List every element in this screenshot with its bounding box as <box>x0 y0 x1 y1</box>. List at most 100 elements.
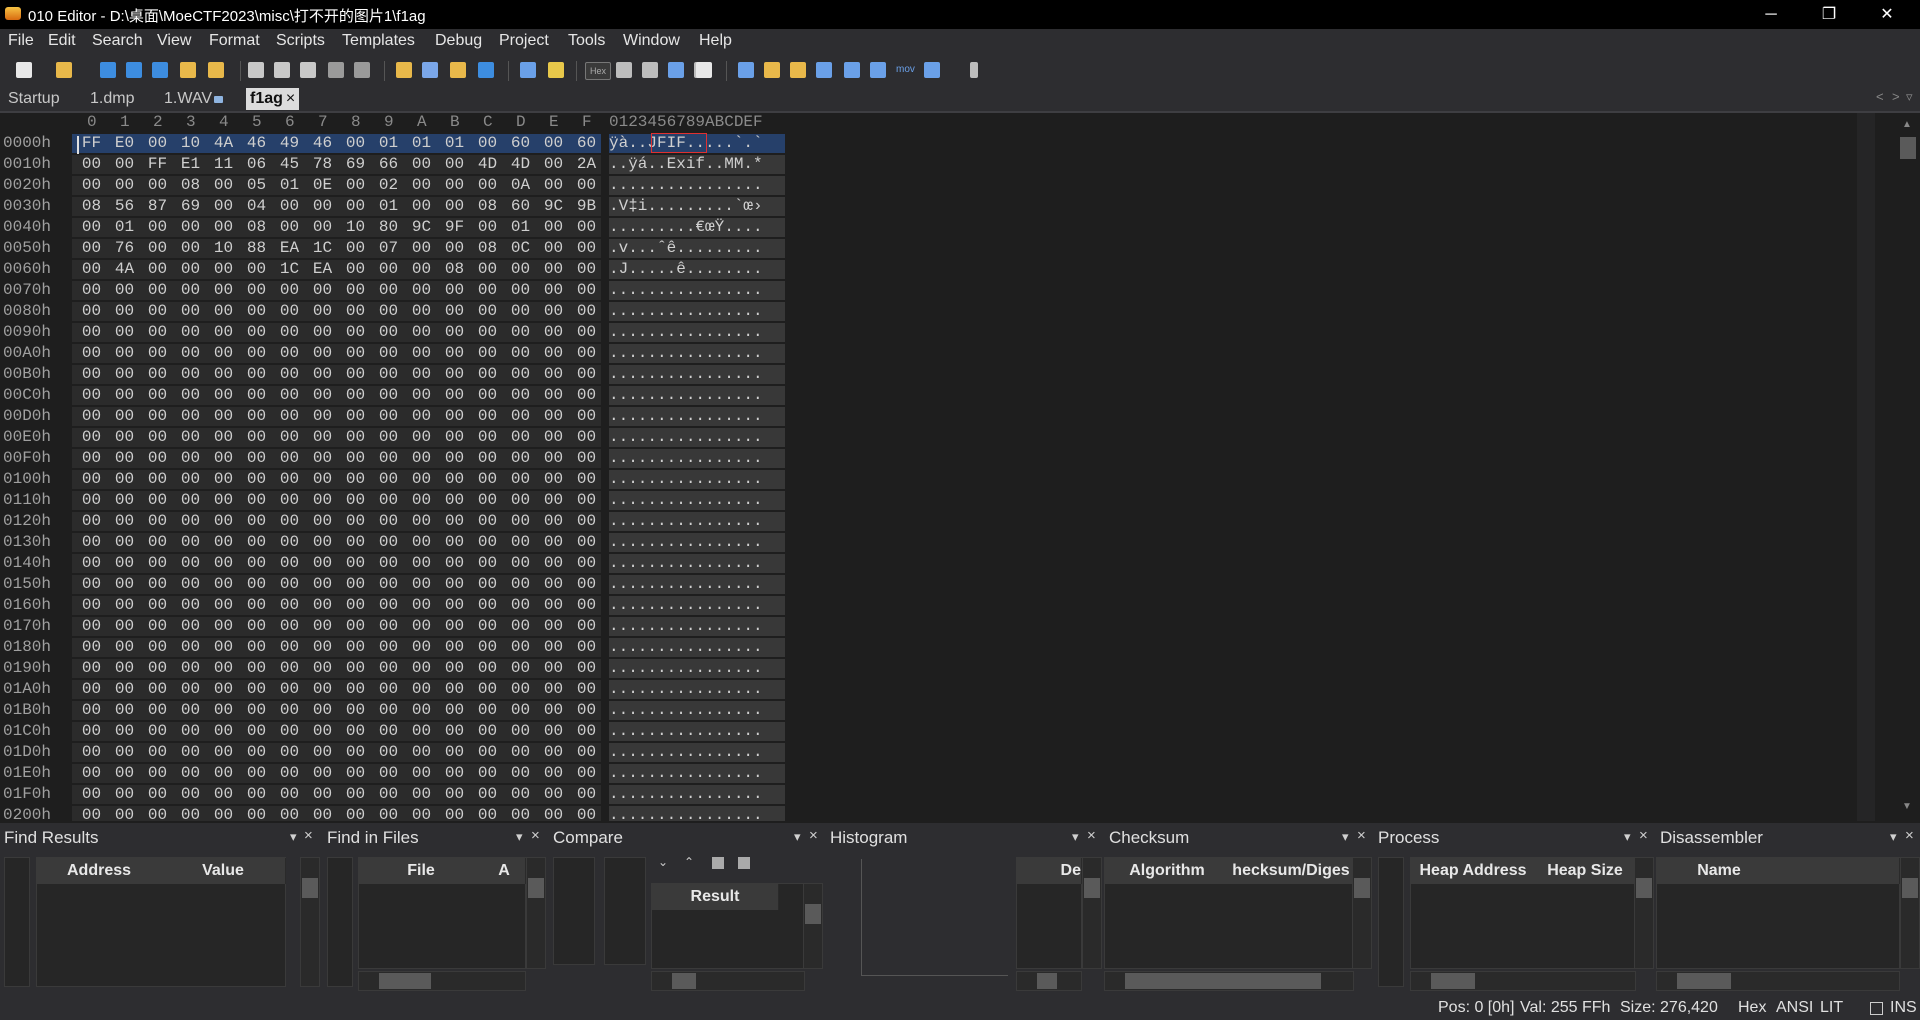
tab-startup[interactable]: Startup <box>4 88 64 110</box>
hex-byte[interactable]: 00 <box>240 659 273 678</box>
hex-byte[interactable]: 4A <box>207 134 240 153</box>
panel-close-icon[interactable]: × <box>1087 827 1096 844</box>
hex-byte[interactable]: 00 <box>141 470 174 489</box>
hex-byte[interactable]: 00 <box>537 449 570 468</box>
hex-byte[interactable]: 00 <box>570 806 603 821</box>
hex-byte[interactable]: 00 <box>240 764 273 783</box>
hex-byte[interactable]: 00 <box>504 302 537 321</box>
hex-byte[interactable]: 00 <box>537 176 570 195</box>
hex-byte[interactable]: 00 <box>438 596 471 615</box>
hex-byte[interactable]: 00 <box>405 281 438 300</box>
hex-byte[interactable]: 00 <box>108 533 141 552</box>
hex-byte[interactable]: 00 <box>537 638 570 657</box>
hex-byte[interactable]: 00 <box>504 638 537 657</box>
hex-byte[interactable]: 00 <box>141 512 174 531</box>
hex-byte[interactable]: 00 <box>570 407 603 426</box>
hex-byte[interactable]: 00 <box>174 764 207 783</box>
column-header[interactable]: Heap Size <box>1535 858 1636 884</box>
panel-close-icon[interactable]: × <box>1905 827 1914 844</box>
hex-byte[interactable]: 00 <box>240 281 273 300</box>
menu-project[interactable]: Project <box>499 32 549 50</box>
hex-byte[interactable]: 00 <box>504 449 537 468</box>
hex-byte[interactable]: 00 <box>108 491 141 510</box>
hex-byte[interactable]: 45 <box>273 155 306 174</box>
hex-byte[interactable]: 00 <box>108 722 141 741</box>
hex-byte[interactable]: 00 <box>504 260 537 279</box>
hex-byte[interactable]: 00 <box>207 407 240 426</box>
hex-byte[interactable]: 01 <box>108 218 141 237</box>
hex-byte[interactable]: 00 <box>75 470 108 489</box>
hex-byte[interactable]: 00 <box>75 806 108 821</box>
ascii-text[interactable]: ................ <box>609 764 785 783</box>
hex-byte[interactable]: 00 <box>273 785 306 804</box>
hex-byte[interactable]: 00 <box>273 680 306 699</box>
hex-byte[interactable]: 00 <box>504 344 537 363</box>
hex-byte[interactable]: 00 <box>174 575 207 594</box>
compare-results-table[interactable]: Result <box>651 883 805 969</box>
hex-byte[interactable]: 00 <box>339 491 372 510</box>
hex-byte[interactable]: 00 <box>273 722 306 741</box>
hex-byte[interactable]: 00 <box>141 491 174 510</box>
hex-byte[interactable]: 00 <box>372 260 405 279</box>
hex-byte[interactable]: 87 <box>141 197 174 216</box>
hex-byte[interactable]: 00 <box>108 659 141 678</box>
hex-row[interactable]: 01D0h 00 00 00 00 00 00 00 00 00 00 00 00 00 00 00 00...… <box>0 742 800 763</box>
hex-byte[interactable]: 2A <box>570 155 603 174</box>
hex-byte[interactable]: 00 <box>471 575 504 594</box>
hex-byte[interactable]: 00 <box>339 638 372 657</box>
hex-byte[interactable]: 00 <box>141 449 174 468</box>
panel-menu-icon[interactable]: ▾ <box>1890 829 1897 845</box>
calculator-icon[interactable] <box>738 62 754 78</box>
hex-byte[interactable]: 00 <box>339 575 372 594</box>
panel-menu-icon[interactable]: ▾ <box>794 829 801 845</box>
hex-byte[interactable]: 00 <box>438 428 471 447</box>
hex-byte[interactable]: 00 <box>537 617 570 636</box>
disassembler-hscrollbar[interactable] <box>1656 971 1900 991</box>
hex-byte[interactable]: 00 <box>570 575 603 594</box>
ascii-text[interactable]: ................ <box>609 554 785 573</box>
hex-byte[interactable]: 00 <box>306 344 339 363</box>
hex-byte[interactable]: 00 <box>570 659 603 678</box>
tab-scroll-left-icon[interactable]: < <box>1876 89 1884 104</box>
hex-row[interactable]: 0020h 00 00 00 08 00 05 01 0E 00 02 00 00 00 0A 00 00...… <box>0 175 800 196</box>
hex-byte[interactable]: 00 <box>75 218 108 237</box>
hex-byte[interactable]: 00 <box>537 344 570 363</box>
hex-byte[interactable]: 00 <box>405 575 438 594</box>
hex-byte[interactable]: 1C <box>306 239 339 258</box>
close-window-button[interactable]: ✕ <box>1858 0 1916 29</box>
ascii-text[interactable]: ................ <box>609 281 785 300</box>
hex-byte[interactable]: 00 <box>207 701 240 720</box>
hex-byte[interactable]: 00 <box>108 386 141 405</box>
hex-byte[interactable]: 00 <box>372 491 405 510</box>
hex-row[interactable]: 0150h 00 00 00 00 00 00 00 00 00 00 00 00 00 00 00 00...… <box>0 574 800 595</box>
hex-byte[interactable]: 00 <box>339 680 372 699</box>
minimize-button[interactable]: ─ <box>1742 0 1800 29</box>
ascii-text[interactable]: ................ <box>609 785 785 804</box>
hex-byte[interactable]: 00 <box>372 449 405 468</box>
hex-byte[interactable]: 00 <box>471 512 504 531</box>
histogram-icon[interactable] <box>816 62 832 78</box>
goto-icon[interactable] <box>478 62 494 78</box>
hex-row[interactable]: 0170h 00 00 00 00 00 00 00 00 00 00 00 00 00 00 00 00...… <box>0 616 800 637</box>
menu-help[interactable]: Help <box>699 32 732 50</box>
hex-byte[interactable]: 00 <box>207 743 240 762</box>
hex-byte[interactable]: 00 <box>537 701 570 720</box>
compare-down-icon[interactable]: ⌄ <box>658 855 668 869</box>
hex-byte[interactable]: 00 <box>339 281 372 300</box>
editor-minimap-scrollbar[interactable] <box>1857 113 1875 821</box>
hex-byte[interactable]: 00 <box>108 617 141 636</box>
hex-byte[interactable]: 00 <box>471 722 504 741</box>
hex-byte[interactable]: 00 <box>174 512 207 531</box>
hex-byte[interactable]: 00 <box>438 722 471 741</box>
hex-byte[interactable]: 00 <box>537 575 570 594</box>
menu-scripts[interactable]: Scripts <box>276 32 325 50</box>
hex-byte[interactable]: 00 <box>438 365 471 384</box>
hex-byte[interactable]: FF <box>141 155 174 174</box>
hex-byte[interactable]: 00 <box>570 428 603 447</box>
hex-byte[interactable]: 00 <box>174 323 207 342</box>
hex-byte[interactable]: 00 <box>174 302 207 321</box>
hex-byte[interactable]: 00 <box>339 764 372 783</box>
column-header[interactable]: Name <box>1657 858 1782 884</box>
hex-byte[interactable]: 00 <box>141 806 174 821</box>
hex-byte[interactable]: 80 <box>372 218 405 237</box>
